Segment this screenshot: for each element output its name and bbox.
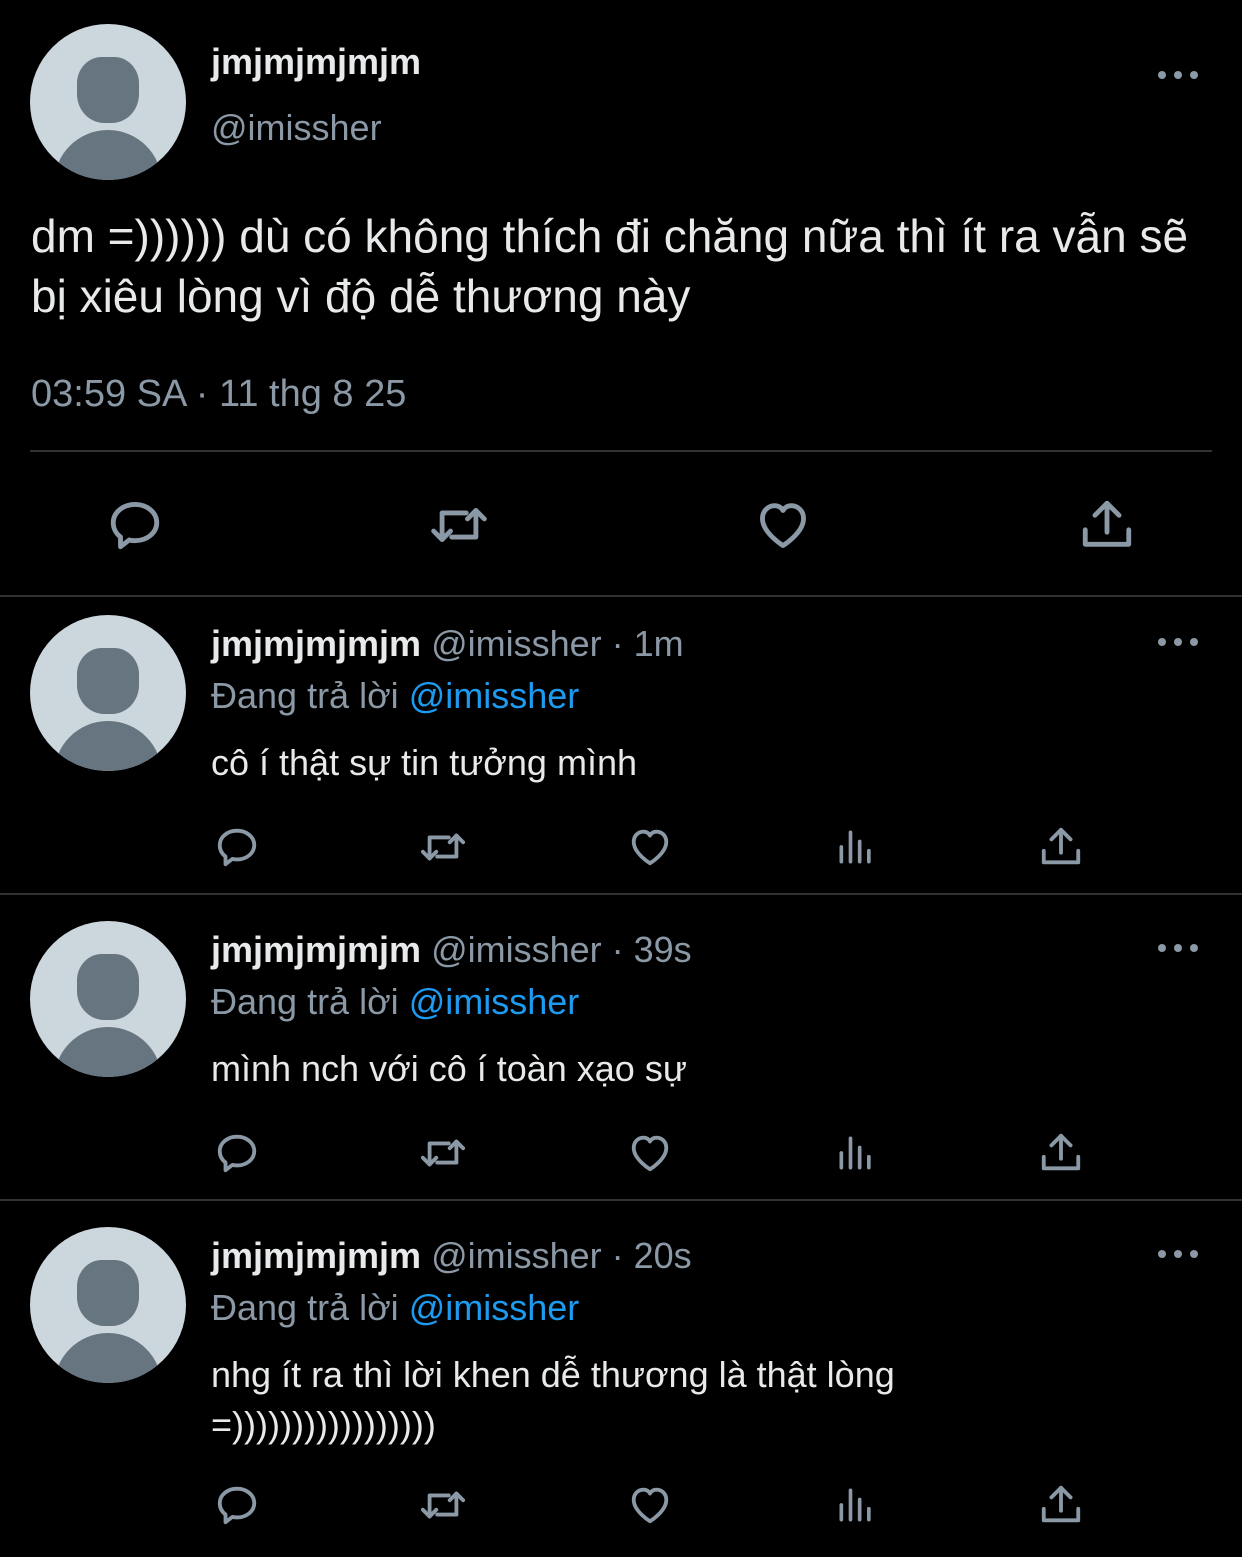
replying-prefix: Đang trả lời: [211, 675, 399, 716]
replying-to-link[interactable]: @imissher: [409, 1287, 580, 1328]
avatar[interactable]: [30, 24, 186, 180]
more-icon[interactable]: [1158, 68, 1200, 80]
divider: [30, 450, 1212, 452]
display-name[interactable]: jmjmjmjmjm: [211, 929, 421, 970]
handle-time[interactable]: @imissher · 1m: [431, 623, 684, 664]
tweet-text: cô í thật sự tin tưởng mình: [211, 742, 637, 783]
avatar[interactable]: [30, 1227, 186, 1383]
reply-icon[interactable]: [214, 824, 260, 870]
replying-prefix: Đang trả lời: [211, 1287, 399, 1328]
timestamp[interactable]: 03:59 SA · 11 thg 8 25: [31, 371, 406, 417]
more-icon[interactable]: [1158, 941, 1200, 953]
display-name[interactable]: jmjmjmjmjm: [211, 40, 421, 84]
tweet-text: mình nch với cô í toàn xạo sự: [211, 1048, 687, 1089]
handle-time[interactable]: @imissher · 20s: [431, 1235, 692, 1276]
like-icon[interactable]: [626, 1130, 674, 1176]
display-name[interactable]: jmjmjmjmjm: [211, 1235, 421, 1276]
views-icon[interactable]: [834, 824, 878, 870]
divider: [0, 893, 1242, 895]
retweet-icon[interactable]: [416, 1482, 470, 1528]
views-icon[interactable]: [834, 1482, 878, 1528]
share-icon[interactable]: [1078, 496, 1136, 554]
retweet-icon[interactable]: [416, 824, 470, 870]
handle-time[interactable]: @imissher · 39s: [431, 929, 692, 970]
retweet-icon[interactable]: [416, 1130, 470, 1176]
share-icon[interactable]: [1038, 1482, 1084, 1528]
handle[interactable]: @imissher: [211, 106, 382, 150]
divider: [0, 595, 1242, 597]
tweet-text: dm =)))))) dù có không thích đi chăng nữ…: [31, 210, 1189, 322]
reply-icon[interactable]: [214, 1482, 260, 1528]
replying-to-link[interactable]: @imissher: [409, 981, 580, 1022]
replying-to-link[interactable]: @imissher: [409, 675, 580, 716]
reply-icon[interactable]: [106, 496, 164, 554]
retweet-icon[interactable]: [426, 496, 492, 554]
like-icon[interactable]: [626, 824, 674, 870]
share-icon[interactable]: [1038, 1130, 1084, 1176]
more-icon[interactable]: [1158, 635, 1200, 647]
avatar[interactable]: [30, 921, 186, 1077]
reply-icon[interactable]: [214, 1130, 260, 1176]
replying-prefix: Đang trả lời: [211, 981, 399, 1022]
display-name[interactable]: jmjmjmjmjm: [211, 623, 421, 664]
avatar[interactable]: [30, 615, 186, 771]
divider: [0, 1199, 1242, 1201]
more-icon[interactable]: [1158, 1247, 1200, 1259]
tweet-text: nhg ít ra thì lời khen dễ thương là thật…: [211, 1354, 895, 1445]
like-icon[interactable]: [752, 496, 814, 554]
like-icon[interactable]: [626, 1482, 674, 1528]
views-icon[interactable]: [834, 1130, 878, 1176]
share-icon[interactable]: [1038, 824, 1084, 870]
